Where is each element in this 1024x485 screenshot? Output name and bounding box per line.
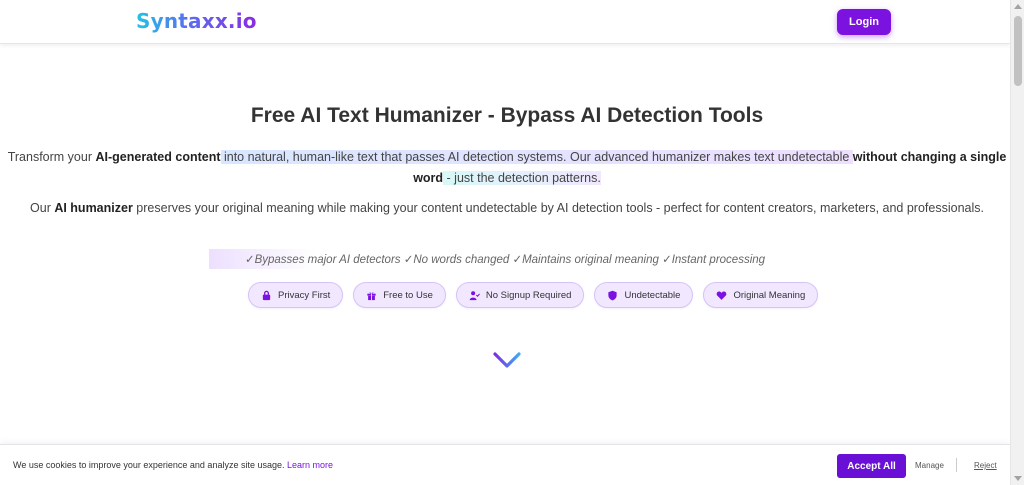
manage-button[interactable]: Manage bbox=[915, 461, 944, 470]
scroll-down-arrow-icon[interactable] bbox=[1014, 476, 1022, 481]
badge-label: Undetectable bbox=[624, 289, 681, 301]
hero-text: into natural, human-like text that passe… bbox=[220, 150, 853, 164]
cookie-message: We use cookies to improve your experienc… bbox=[13, 460, 333, 470]
gift-icon bbox=[367, 291, 376, 300]
accept-all-button[interactable]: Accept All bbox=[837, 454, 906, 478]
hero-text: preserves your original meaning while ma… bbox=[132, 201, 984, 215]
hero-text: - just the detection patterns. bbox=[443, 170, 601, 185]
badge-label: Free to Use bbox=[383, 289, 433, 301]
site-header: Syntaxx.io Login bbox=[0, 0, 1010, 44]
lock-icon bbox=[262, 290, 271, 300]
badge-original-meaning[interactable]: Original Meaning bbox=[703, 282, 819, 308]
feature-badges: Privacy First Free to Use No Signup Requ… bbox=[248, 282, 819, 308]
divider bbox=[956, 458, 957, 472]
page-scrollbar[interactable] bbox=[1010, 0, 1024, 485]
hero-text: Our bbox=[30, 201, 55, 215]
learn-more-link[interactable]: Learn more bbox=[287, 460, 333, 470]
cookie-text: We use cookies to improve your experienc… bbox=[13, 460, 285, 470]
scrollbar-thumb[interactable] bbox=[1014, 16, 1022, 86]
hero-text: Transform your bbox=[7, 150, 96, 164]
badge-no-signup[interactable]: No Signup Required bbox=[455, 282, 585, 308]
badge-label: No Signup Required bbox=[485, 289, 572, 301]
scroll-down-chevron-icon[interactable] bbox=[492, 350, 522, 370]
hero-description: Transform your AI-generated content into… bbox=[0, 147, 1014, 188]
badge-undetectable[interactable]: Undetectable bbox=[594, 282, 694, 308]
hero-bold-text: AI humanizer bbox=[54, 201, 133, 215]
features-list: ✓Bypasses major AI detectors ✓No words c… bbox=[244, 254, 766, 266]
badge-privacy-first[interactable]: Privacy First bbox=[248, 282, 344, 308]
badge-free-to-use[interactable]: Free to Use bbox=[353, 282, 446, 308]
hero-subdescription: Our AI humanizer preserves your original… bbox=[0, 198, 1014, 219]
reject-button[interactable]: Reject bbox=[974, 461, 997, 470]
cookie-banner: We use cookies to improve your experienc… bbox=[0, 444, 1010, 485]
login-button[interactable]: Login bbox=[837, 9, 891, 35]
badge-label: Privacy First bbox=[278, 289, 331, 301]
page-title: Free AI Text Humanizer - Bypass AI Detec… bbox=[250, 104, 764, 127]
scroll-up-arrow-icon[interactable] bbox=[1014, 4, 1022, 9]
hero-section: Free AI Text Humanizer - Bypass AI Detec… bbox=[0, 44, 1010, 444]
badge-label: Original Meaning bbox=[733, 289, 806, 301]
user-check-icon bbox=[469, 290, 480, 300]
heart-icon bbox=[717, 290, 727, 300]
site-logo[interactable]: Syntaxx.io bbox=[136, 9, 257, 33]
shield-icon bbox=[608, 290, 618, 300]
hero-bold-text: AI-generated content bbox=[95, 150, 221, 164]
